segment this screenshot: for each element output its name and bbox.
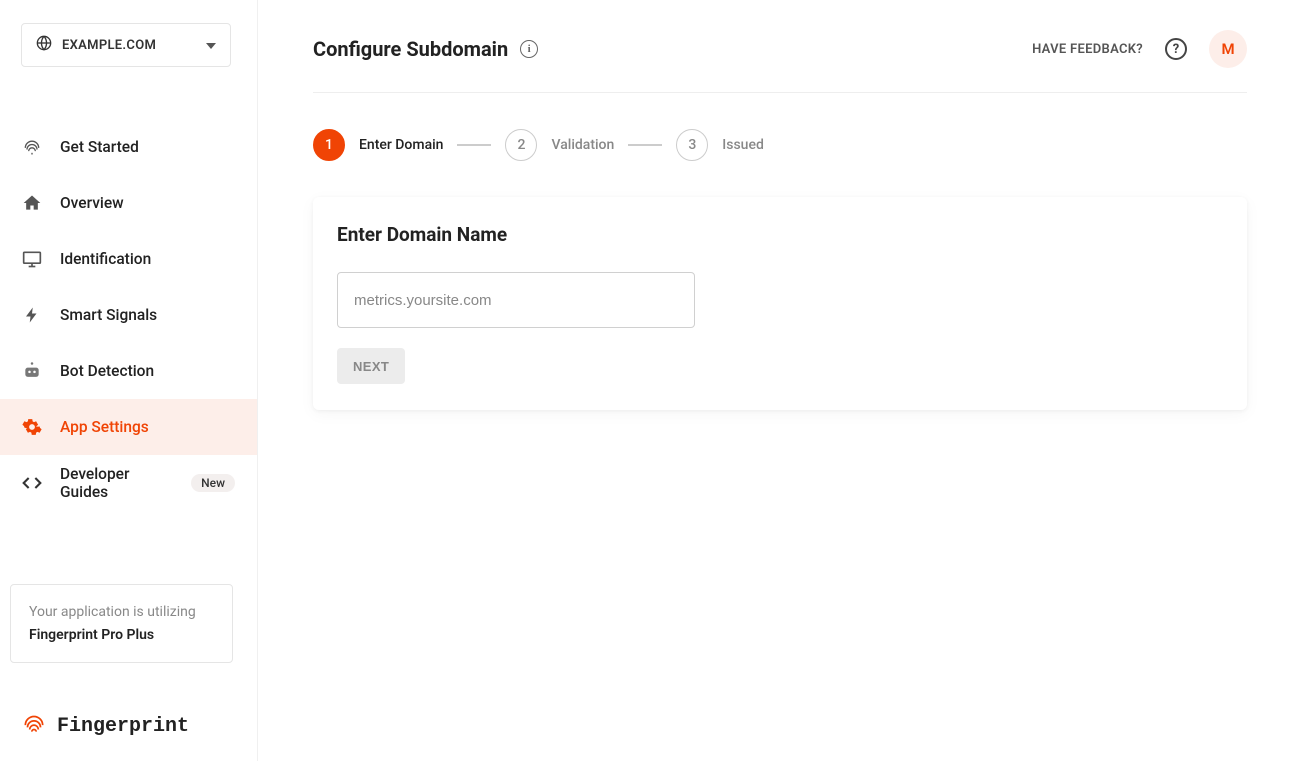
brand-text: Fingerprint [57,715,189,738]
next-button[interactable]: NEXT [337,348,405,384]
plan-line-1: Your application is utilizing [29,601,214,623]
page-title: Configure Subdomain [313,37,508,61]
sidebar-item-label: Developer Guides [60,465,173,501]
sidebar-item-label: App Settings [60,418,149,436]
topbar: Configure Subdomain i HAVE FEEDBACK? ? M [313,30,1247,93]
sidebar-item-bot-detection[interactable]: Bot Detection [0,343,257,399]
sidebar-item-label: Get Started [60,138,139,156]
sidebar-item-label: Identification [60,250,151,268]
site-selector-label: EXAMPLE.COM [62,38,156,53]
caret-down-icon [206,38,216,53]
enter-domain-card: Enter Domain Name NEXT [313,197,1247,410]
code-icon [22,473,42,493]
step-1-circle[interactable]: 1 [313,129,345,161]
plan-info-box: Your application is utilizing Fingerprin… [10,584,233,663]
step-2-label: Validation [551,137,614,153]
card-title: Enter Domain Name [337,223,1223,246]
globe-icon [36,35,52,55]
bolt-icon [22,305,42,325]
sidebar-top: EXAMPLE.COM [0,0,257,77]
sidebar-item-developer-guides[interactable]: Developer Guides New [0,455,257,511]
fingerprint-icon [22,137,42,157]
sidebar-item-get-started[interactable]: Get Started [0,119,257,175]
sidebar-nav: Get Started Overview Identification Smar… [0,119,257,511]
plan-line-2: Fingerprint Pro Plus [29,624,214,646]
step-connector [628,144,662,146]
sidebar-item-identification[interactable]: Identification [0,231,257,287]
sidebar-item-label: Smart Signals [60,306,157,324]
step-3-label: Issued [722,137,764,153]
sidebar-item-label: Overview [60,194,124,212]
step-1-label: Enter Domain [359,137,443,153]
new-badge: New [191,474,235,492]
fingerprint-logo-icon [21,710,47,743]
robot-icon [22,361,42,381]
feedback-link[interactable]: HAVE FEEDBACK? [1032,42,1143,57]
user-avatar[interactable]: M [1209,30,1247,68]
site-selector-dropdown[interactable]: EXAMPLE.COM [21,23,231,67]
main-content: Configure Subdomain i HAVE FEEDBACK? ? M… [258,0,1295,761]
gear-icon [22,417,42,437]
sidebar-item-label: Bot Detection [60,362,154,380]
stepper: 1 Enter Domain 2 Validation 3 Issued [313,129,1247,161]
sidebar: EXAMPLE.COM Get Started Overview [0,0,258,761]
domain-name-input[interactable] [337,272,695,328]
sidebar-item-app-settings[interactable]: App Settings [0,399,257,455]
step-3-circle[interactable]: 3 [676,129,708,161]
step-connector [457,144,491,146]
help-button[interactable]: ? [1165,38,1187,60]
brand-logo[interactable]: Fingerprint [21,710,189,743]
home-icon [22,193,42,213]
step-2-circle[interactable]: 2 [505,129,537,161]
monitor-icon [22,249,42,269]
sidebar-item-smart-signals[interactable]: Smart Signals [0,287,257,343]
sidebar-item-overview[interactable]: Overview [0,175,257,231]
info-icon[interactable]: i [520,40,538,58]
